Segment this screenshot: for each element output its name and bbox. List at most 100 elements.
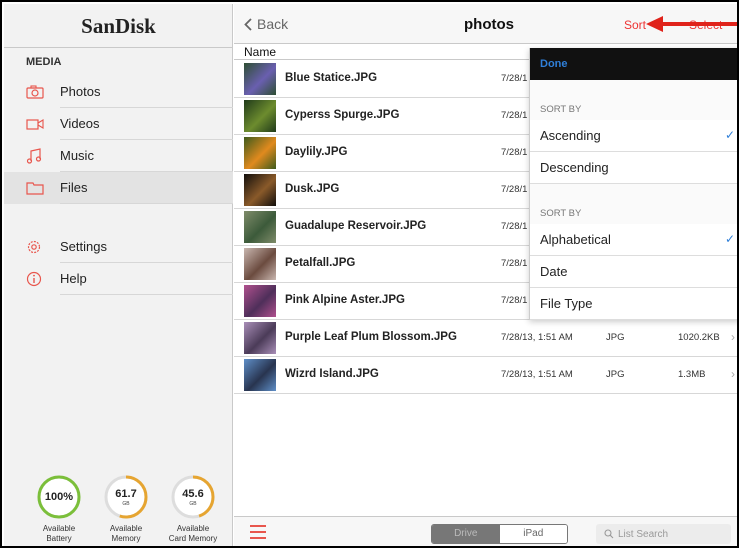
app-window: SanDisk MEDIA Photos Videos Music Files	[0, 0, 739, 548]
file-date: 7/28/1	[501, 147, 528, 158]
file-type: JPG	[606, 369, 625, 380]
media-section-header: MEDIA	[26, 56, 62, 68]
sidebar-item-label: Settings	[60, 231, 233, 263]
option-label: File Type	[540, 296, 593, 311]
camera-icon	[26, 85, 48, 99]
segment-ipad[interactable]: iPad	[499, 525, 567, 543]
memory-gauge: 61.7 GB	[103, 474, 149, 520]
video-icon	[26, 118, 48, 130]
done-button[interactable]: Done	[540, 58, 568, 70]
file-name: Daylily.JPG	[285, 146, 348, 158]
file-name: Cyperss Spurge.JPG	[285, 109, 400, 121]
popover-header: Done	[530, 48, 737, 80]
back-label: Back	[257, 16, 289, 32]
card-memory-unit: GB	[189, 500, 197, 507]
sidebar-item-music[interactable]: Music	[4, 140, 233, 172]
search-icon	[604, 529, 614, 539]
file-size: 1.3MB	[678, 369, 706, 380]
photo-thumbnail	[244, 63, 276, 95]
card-memory-gauge: 45.6 GB	[170, 474, 216, 520]
file-date: 7/28/1	[501, 184, 528, 195]
card-memory-caption: Available Card Memory	[168, 524, 218, 543]
back-button[interactable]: Back	[244, 16, 288, 32]
sort-option-file-type[interactable]: File Type	[530, 288, 737, 320]
page-title: photos	[464, 16, 514, 33]
file-date: 7/28/1	[501, 110, 528, 121]
sort-button[interactable]: Sort	[624, 18, 646, 32]
file-name: Purple Leaf Plum Blossom.JPG	[285, 331, 457, 343]
sidebar-item-label: Help	[60, 263, 233, 295]
chevron-left-icon	[244, 17, 252, 31]
sidebar-item-label: Videos	[60, 108, 233, 140]
sidebar-item-videos[interactable]: Videos	[4, 108, 233, 140]
file-name: Guadalupe Reservoir.JPG	[285, 220, 427, 232]
card-memory-value: 45.6	[182, 487, 204, 500]
file-size: 1020.2KB	[678, 332, 720, 343]
annotation-arrow-icon	[646, 16, 737, 32]
menu-icon[interactable]	[250, 525, 266, 539]
name-column-header[interactable]: Name	[244, 45, 276, 59]
checkmark-icon: ✓	[725, 128, 736, 142]
photo-thumbnail	[244, 285, 276, 317]
sort-popover: Done SORT BY Ascending ✓ Descending SORT…	[529, 48, 737, 320]
photo-thumbnail	[244, 100, 276, 132]
sidebar-item-label: Music	[60, 140, 233, 172]
photo-thumbnail	[244, 174, 276, 206]
checkmark-icon: ✓	[725, 232, 736, 246]
file-date: 7/28/1	[501, 221, 528, 232]
option-label: Date	[540, 264, 568, 279]
file-date: 7/28/1	[501, 295, 528, 306]
search-input[interactable]: List Search	[596, 524, 731, 544]
sort-option-descending[interactable]: Descending	[530, 152, 737, 184]
sidebar: SanDisk MEDIA Photos Videos Music Files	[4, 4, 233, 546]
photo-thumbnail	[244, 248, 276, 280]
file-date: 7/28/1	[501, 258, 528, 269]
brand-logo: SanDisk	[4, 4, 233, 48]
file-name: Blue Statice.JPG	[285, 72, 378, 84]
file-name: Petalfall.JPG	[285, 257, 356, 269]
option-label: Descending	[540, 160, 609, 175]
file-name: Dusk.JPG	[285, 183, 340, 195]
sort-option-alphabetical[interactable]: Alphabetical ✓	[530, 224, 737, 256]
option-label: Ascending	[540, 128, 601, 143]
battery-caption: Available Battery	[42, 524, 76, 543]
search-placeholder: List Search	[618, 528, 669, 540]
sort-option-date[interactable]: Date	[530, 256, 737, 288]
sort-order-section-header: SORT BY	[540, 104, 582, 115]
photo-thumbnail	[244, 322, 276, 354]
sidebar-item-files[interactable]: Files	[4, 172, 233, 204]
memory-unit: GB	[122, 500, 130, 507]
navigation-bar: Back photos Sort Select	[234, 4, 737, 44]
option-label: Alphabetical	[540, 232, 611, 247]
sidebar-item-settings[interactable]: Settings	[4, 231, 233, 263]
music-icon	[26, 148, 48, 164]
sort-field-section-header: SORT BY	[540, 208, 582, 219]
sidebar-item-photos[interactable]: Photos	[4, 76, 233, 108]
file-date: 7/28/1	[501, 73, 528, 84]
file-type: JPG	[606, 332, 625, 343]
storage-segmented-control: Drive iPad	[431, 524, 568, 544]
sidebar-item-help[interactable]: Help	[4, 263, 233, 295]
sort-option-ascending[interactable]: Ascending ✓	[530, 120, 737, 152]
chevron-right-icon: ›	[731, 367, 735, 381]
photo-thumbnail	[244, 137, 276, 169]
sidebar-item-label: Files	[60, 172, 233, 204]
segment-drive[interactable]: Drive	[432, 525, 500, 543]
file-name: Wizrd Island.JPG	[285, 368, 379, 380]
photo-thumbnail	[244, 211, 276, 243]
gear-icon	[26, 239, 48, 255]
battery-value: 100%	[44, 491, 74, 503]
sidebar-item-label: Photos	[60, 76, 233, 108]
table-row[interactable]: Purple Leaf Plum Blossom.JPG 7/28/13, 1:5…	[234, 320, 737, 357]
memory-value: 61.7	[115, 487, 137, 500]
file-date: 7/28/13, 1:51 AM	[501, 369, 573, 380]
file-name: Pink Alpine Aster.JPG	[285, 294, 405, 306]
memory-caption: Available Memory	[109, 524, 143, 543]
chevron-right-icon: ›	[731, 330, 735, 344]
battery-gauge: 100%	[36, 474, 82, 520]
table-row[interactable]: Wizrd Island.JPG 7/28/13, 1:51 AM JPG 1.3MB…	[234, 357, 737, 394]
file-date: 7/28/13, 1:51 AM	[501, 332, 573, 343]
bottom-toolbar: Drive iPad List Search	[234, 516, 737, 546]
photo-thumbnail	[244, 359, 276, 391]
info-icon	[26, 271, 48, 287]
